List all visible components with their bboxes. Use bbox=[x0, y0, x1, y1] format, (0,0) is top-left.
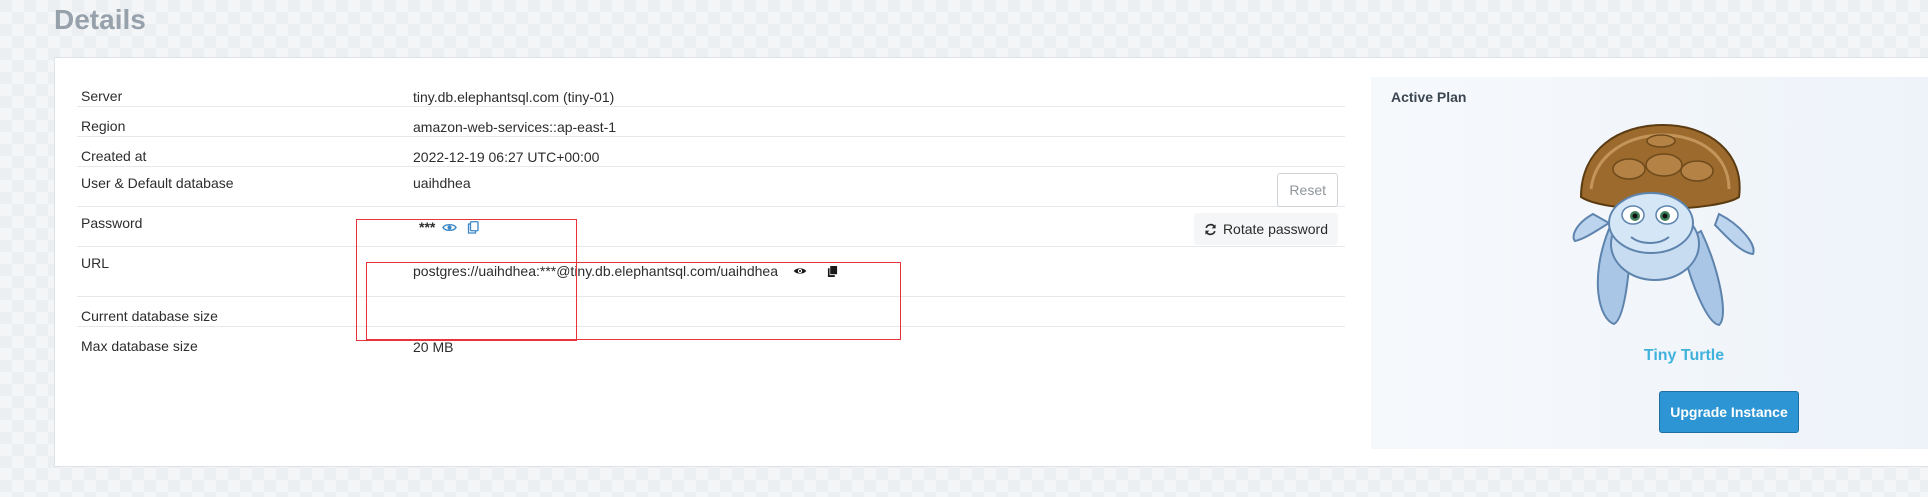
copy-icon[interactable] bbox=[463, 217, 483, 237]
detail-label: User & Default database bbox=[81, 175, 234, 191]
detail-value: amazon-web-services::ap-east-1 bbox=[413, 119, 617, 135]
url-value-group: postgres://uaihdhea:***@tiny.db.elephant… bbox=[413, 261, 843, 281]
eye-icon[interactable] bbox=[439, 217, 459, 237]
password-value-group: *** bbox=[419, 217, 483, 237]
upgrade-instance-button[interactable]: Upgrade Instance bbox=[1659, 391, 1799, 433]
detail-value: 20 MB bbox=[413, 339, 454, 355]
detail-row-region: Region amazon-web-services::ap-east-1 bbox=[77, 107, 1345, 137]
copy-icon[interactable] bbox=[823, 261, 843, 281]
detail-label: Password bbox=[81, 215, 143, 231]
active-plan-heading: Active Plan bbox=[1391, 89, 1467, 105]
detail-row-password: Password *** Rotate password bbox=[77, 207, 1345, 247]
detail-label: Current database size bbox=[81, 308, 218, 324]
detail-label: URL bbox=[81, 255, 110, 271]
details-panel: Server tiny.db.elephantsql.com (tiny-01)… bbox=[54, 57, 1928, 467]
detail-row-server: Server tiny.db.elephantsql.com (tiny-01) bbox=[77, 77, 1345, 107]
detail-row-url: URL postgres://uaihdhea:***@tiny.db.elep… bbox=[77, 247, 1345, 297]
url-value: postgres://uaihdhea:***@tiny.db.elephant… bbox=[413, 263, 778, 279]
detail-row-current-size: Current database size bbox=[77, 297, 1345, 327]
reset-button[interactable]: Reset bbox=[1277, 173, 1338, 207]
rotate-password-label: Rotate password bbox=[1222, 221, 1328, 237]
active-plan-card: Active Plan Tiny Turtle Upgrade Instance bbox=[1371, 77, 1928, 449]
detail-label: Max database size bbox=[81, 338, 198, 354]
details-table: Server tiny.db.elephantsql.com (tiny-01)… bbox=[77, 77, 1345, 356]
rotate-password-button[interactable]: Rotate password bbox=[1193, 213, 1338, 245]
detail-row-user: User & Default database uaihdhea Reset bbox=[77, 167, 1345, 207]
detail-value: tiny.db.elephantsql.com (tiny-01) bbox=[413, 89, 615, 105]
detail-value: uaihdhea bbox=[413, 175, 471, 191]
page-title: Details bbox=[54, 4, 146, 35]
password-value: *** bbox=[419, 219, 436, 235]
detail-label: Server bbox=[81, 88, 123, 104]
detail-label: Region bbox=[81, 118, 126, 134]
plan-name: Tiny Turtle bbox=[1643, 347, 1725, 364]
refresh-icon bbox=[1204, 223, 1217, 236]
eye-icon[interactable] bbox=[790, 261, 810, 281]
detail-value: 2022-12-19 06:27 UTC+00:00 bbox=[413, 149, 600, 165]
detail-row-max-size: Max database size 20 MB bbox=[77, 327, 1345, 356]
detail-row-created-at: Created at 2022-12-19 06:27 UTC+00:00 bbox=[77, 137, 1345, 167]
detail-label: Created at bbox=[81, 148, 147, 164]
turtle-mascot-icon bbox=[1572, 123, 1755, 327]
